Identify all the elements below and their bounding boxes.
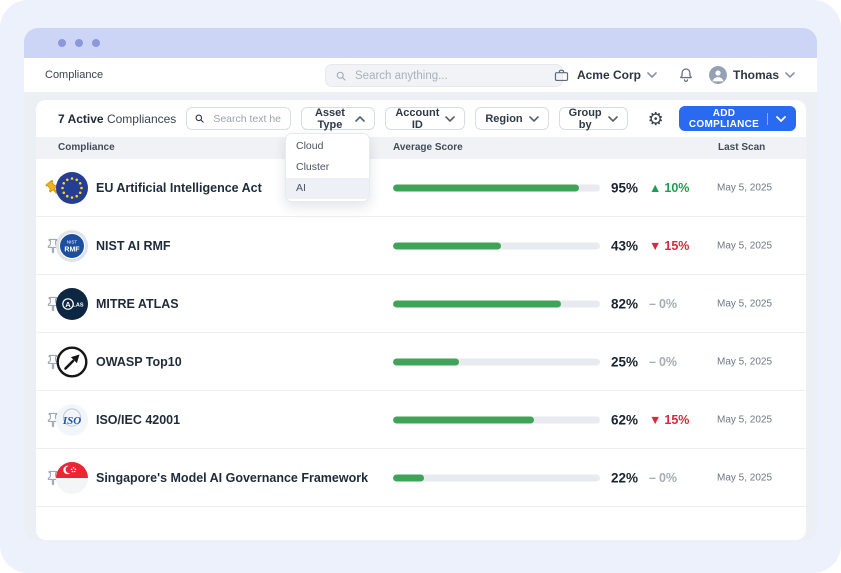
last-scan-date: May 5, 2025 — [717, 240, 772, 251]
filter-group-by[interactable]: Group by — [559, 107, 628, 130]
compliance-card: 7 Active Compliances Asset Type Account … — [36, 100, 806, 540]
table-row[interactable]: ALAS MITRE ATLAS 82% –0% May 5, 2025 — [36, 275, 806, 333]
last-scan-date: May 5, 2025 — [717, 472, 772, 483]
filter-toolbar: 7 Active Compliances Asset Type Account … — [36, 100, 806, 137]
table-header: Compliance Average Score Last Scan — [36, 137, 806, 159]
header-average-score: Average Score — [393, 137, 463, 159]
compliance-name: MITRE ATLAS — [96, 297, 179, 311]
nist-rmf-icon: NIST RMF — [56, 230, 88, 262]
svg-text:A: A — [65, 299, 71, 308]
score-progress-bar — [393, 416, 600, 423]
svg-text:LAS: LAS — [73, 302, 84, 308]
chevron-down-icon — [608, 116, 618, 122]
menu-item-cloud[interactable]: Cloud — [286, 136, 369, 157]
svg-text:RMF: RMF — [64, 246, 80, 253]
window-control-dot — [75, 39, 83, 47]
score-delta: –0% — [649, 297, 677, 311]
singapore-icon — [56, 462, 88, 494]
org-selector[interactable]: Acme Corp — [577, 68, 641, 82]
table-row[interactable]: OWASP Top10 25% –0% May 5, 2025 — [36, 333, 806, 391]
asset-type-dropdown-menu: CloudClusterAI — [285, 133, 370, 202]
score-value: 25% — [586, 354, 638, 369]
top-navigation-bar: Compliance Acme Corp Thomas — [24, 58, 817, 93]
score-delta: ▼15% — [649, 413, 689, 427]
table-row[interactable]: ISO ISO/IEC 42001 62% ▼15% May 5, 2025 — [36, 391, 806, 449]
user-menu[interactable]: Thomas — [733, 68, 779, 82]
svg-text:NIST: NIST — [67, 239, 78, 244]
score-progress-bar — [393, 358, 600, 365]
app-window: Compliance Acme Corp Thomas 7 Active Com… — [0, 0, 841, 573]
svg-text:ISO: ISO — [62, 415, 81, 427]
compliance-name: ISO/IEC 42001 — [96, 413, 180, 427]
score-delta: ▼15% — [649, 239, 689, 253]
delta-arrow-icon: – — [649, 355, 656, 369]
table-search-input[interactable] — [211, 112, 282, 126]
score-value: 82% — [586, 296, 638, 311]
table-search[interactable] — [186, 107, 290, 130]
mitre-atlas-icon: ALAS — [56, 288, 88, 320]
last-scan-date: May 5, 2025 — [717, 298, 772, 309]
score-progress-bar — [393, 300, 600, 307]
last-scan-date: May 5, 2025 — [717, 182, 772, 193]
chevron-down-icon — [529, 116, 539, 122]
score-value: 95% — [586, 180, 638, 195]
owasp-icon — [56, 346, 88, 378]
compliance-name: OWASP Top10 — [96, 355, 182, 369]
iso-icon: ISO — [56, 404, 88, 436]
score-delta: –0% — [649, 355, 677, 369]
chevron-down-icon[interactable] — [785, 72, 795, 78]
table-row[interactable]: EU Artificial Intelligence Act 95% ▲10% … — [36, 159, 806, 217]
main-content: 7 Active Compliances Asset Type Account … — [24, 93, 817, 540]
active-compliance-count: 7 Active Compliances — [58, 112, 176, 126]
filter-region[interactable]: Region — [475, 107, 548, 130]
delta-arrow-icon: – — [649, 471, 656, 485]
briefcase-icon — [553, 67, 570, 84]
user-avatar-icon[interactable] — [709, 66, 727, 84]
score-progress-bar — [393, 242, 600, 249]
delta-arrow-icon: ▼ — [649, 413, 661, 427]
delta-arrow-icon: ▼ — [649, 239, 661, 253]
chevron-down-icon — [776, 116, 786, 122]
browser-chrome-bar — [24, 28, 817, 58]
window-control-dot — [92, 39, 100, 47]
header-compliance: Compliance — [58, 137, 115, 159]
score-value: 22% — [586, 470, 638, 485]
global-search[interactable] — [325, 64, 563, 87]
eu-flag-icon — [56, 172, 88, 204]
delta-arrow-icon: – — [649, 297, 656, 311]
window-control-dot — [58, 39, 66, 47]
search-icon — [335, 70, 347, 82]
filter-asset-type[interactable]: Asset Type — [301, 107, 376, 130]
table-row[interactable]: Singapore's Model AI Governance Framewor… — [36, 449, 806, 507]
score-delta: ▲10% — [649, 181, 689, 195]
chevron-down-icon[interactable] — [647, 72, 657, 78]
bell-icon[interactable] — [677, 66, 695, 84]
score-progress-bar — [393, 184, 600, 191]
compliance-name: EU Artificial Intelligence Act — [96, 181, 262, 195]
score-delta: –0% — [649, 471, 677, 485]
chevron-down-icon — [445, 116, 455, 122]
last-scan-date: May 5, 2025 — [717, 414, 772, 425]
gear-icon[interactable]: ⚙ — [648, 110, 664, 128]
menu-item-ai[interactable]: AI — [286, 178, 369, 199]
menu-item-cluster[interactable]: Cluster — [286, 157, 369, 178]
header-last-scan: Last Scan — [718, 137, 765, 159]
search-icon — [194, 113, 205, 124]
score-value: 62% — [586, 412, 638, 427]
filter-account-id[interactable]: Account ID — [385, 107, 465, 130]
chevron-up-icon — [355, 116, 365, 122]
delta-arrow-icon: ▲ — [649, 181, 661, 195]
compliance-name: Singapore's Model AI Governance Framewor… — [96, 471, 368, 485]
last-scan-date: May 5, 2025 — [717, 356, 772, 367]
global-search-input[interactable] — [353, 69, 553, 83]
topbar-right-cluster: Acme Corp Thomas — [553, 58, 817, 92]
score-progress-bar — [393, 474, 600, 481]
add-compliance-button[interactable]: ADD COMPLIANCE — [679, 106, 796, 131]
breadcrumb: Compliance — [45, 58, 103, 93]
compliance-name: NIST AI RMF — [96, 239, 171, 253]
table-row[interactable]: NIST RMF NIST AI RMF 43% ▼15% May 5, 2025 — [36, 217, 806, 275]
score-value: 43% — [586, 238, 638, 253]
compliance-table-body: EU Artificial Intelligence Act 95% ▲10% … — [36, 159, 806, 507]
